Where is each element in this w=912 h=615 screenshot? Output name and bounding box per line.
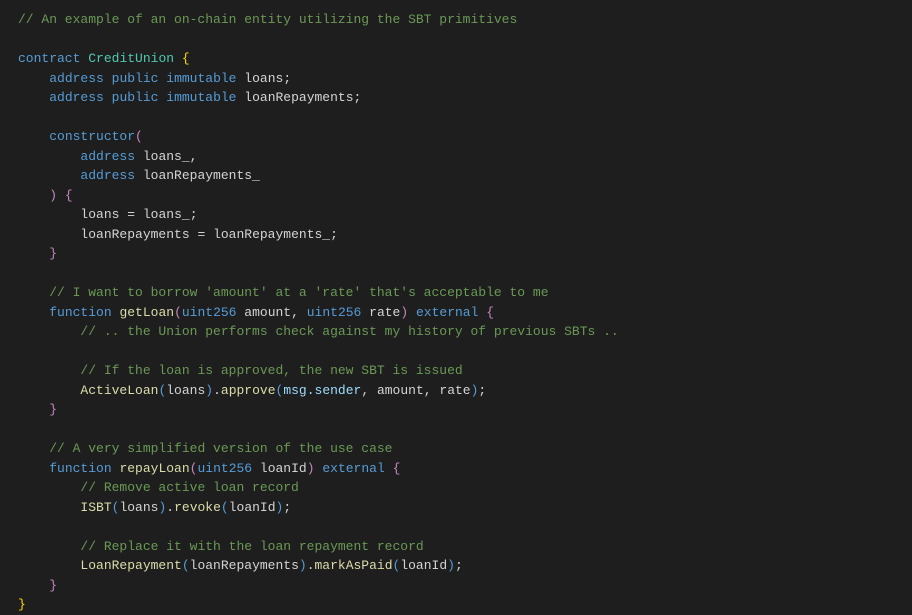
method-revoke: revoke bbox=[174, 500, 221, 515]
ident: amount bbox=[377, 383, 424, 398]
code-line: constructor( bbox=[18, 127, 894, 147]
comment: // Remove active loan record bbox=[80, 480, 298, 495]
code-line bbox=[18, 264, 894, 284]
param: loanRepayments_ bbox=[143, 168, 260, 183]
code-line: ISBT(loans).revoke(loanId); bbox=[18, 498, 894, 518]
param: amount bbox=[244, 305, 291, 320]
comment: // A very simplified version of the use … bbox=[49, 441, 392, 456]
ident: loanRepayments_ bbox=[213, 227, 330, 242]
type: uint256 bbox=[307, 305, 362, 320]
code-line: address public immutable loanRepayments; bbox=[18, 88, 894, 108]
method-approve: approve bbox=[221, 383, 276, 398]
type-loanrepayment: LoanRepayment bbox=[80, 558, 181, 573]
ident: loans bbox=[119, 500, 158, 515]
comment: // If the loan is approved, the new SBT … bbox=[80, 363, 462, 378]
fn-getloan: getLoan bbox=[119, 305, 174, 320]
code-line: function repayLoan(uint256 loanId) exter… bbox=[18, 459, 894, 479]
code-line: } bbox=[18, 244, 894, 264]
method-markaspaid: markAsPaid bbox=[315, 558, 393, 573]
code-line: address loans_, bbox=[18, 147, 894, 167]
comment: // An example of an on-chain entity util… bbox=[18, 12, 517, 27]
paren: ) bbox=[49, 188, 57, 203]
code-line: // .. the Union performs check against m… bbox=[18, 322, 894, 342]
code-line: // I want to borrow 'amount' at a 'rate'… bbox=[18, 283, 894, 303]
code-block: // An example of an on-chain entity util… bbox=[18, 10, 894, 615]
code-line: loanRepayments = loanRepayments_; bbox=[18, 225, 894, 245]
code-line: ActiveLoan(loans).approve(msg.sender, am… bbox=[18, 381, 894, 401]
ident: loanRepayments bbox=[80, 227, 189, 242]
code-line: function getLoan(uint256 amount, uint256… bbox=[18, 303, 894, 323]
type-activeloan: ActiveLoan bbox=[80, 383, 158, 398]
code-line: LoanRepayment(loanRepayments).markAsPaid… bbox=[18, 556, 894, 576]
comment: // Replace it with the loan repayment re… bbox=[80, 539, 423, 554]
code-line: // Replace it with the loan repayment re… bbox=[18, 537, 894, 557]
keyword-immutable: immutable bbox=[166, 71, 236, 86]
ident: loans bbox=[166, 383, 205, 398]
code-line bbox=[18, 30, 894, 50]
type: uint256 bbox=[182, 305, 237, 320]
ident: loans_ bbox=[143, 207, 190, 222]
param: rate bbox=[369, 305, 400, 320]
code-line: // A very simplified version of the use … bbox=[18, 439, 894, 459]
code-line bbox=[18, 517, 894, 537]
brace: } bbox=[49, 246, 57, 261]
keyword-external: external bbox=[416, 305, 478, 320]
code-line bbox=[18, 420, 894, 440]
code-line: } bbox=[18, 400, 894, 420]
param: loanId bbox=[260, 461, 307, 476]
code-line: ) { bbox=[18, 186, 894, 206]
code-line bbox=[18, 342, 894, 362]
ident: loans bbox=[80, 207, 119, 222]
paren: ( bbox=[135, 129, 143, 144]
code-line: address public immutable loans; bbox=[18, 69, 894, 89]
type-isbt: ISBT bbox=[80, 500, 111, 515]
var-loans: loans bbox=[244, 71, 283, 86]
param: loans_ bbox=[143, 149, 190, 164]
code-line: // Remove active loan record bbox=[18, 478, 894, 498]
keyword-external: external bbox=[322, 461, 384, 476]
keyword-public: public bbox=[112, 90, 159, 105]
keyword-function: function bbox=[49, 461, 111, 476]
keyword-address: address bbox=[49, 90, 104, 105]
code-line: } bbox=[18, 595, 894, 615]
keyword-address: address bbox=[49, 71, 104, 86]
type: uint256 bbox=[197, 461, 252, 476]
code-line: address loanRepayments_ bbox=[18, 166, 894, 186]
msg-sender: msg.sender bbox=[283, 383, 361, 398]
code-line: } bbox=[18, 576, 894, 596]
comment: // .. the Union performs check against m… bbox=[80, 324, 618, 339]
code-line: // An example of an on-chain entity util… bbox=[18, 10, 894, 30]
ident: loanRepayments bbox=[190, 558, 299, 573]
brace: { bbox=[182, 51, 190, 66]
keyword-address: address bbox=[80, 168, 135, 183]
keyword-constructor: constructor bbox=[49, 129, 135, 144]
var-loanrepayments: loanRepayments bbox=[244, 90, 353, 105]
keyword-address: address bbox=[80, 149, 135, 164]
brace: { bbox=[65, 188, 73, 203]
fn-repayloan: repayLoan bbox=[119, 461, 189, 476]
keyword-function: function bbox=[49, 305, 111, 320]
keyword-public: public bbox=[112, 71, 159, 86]
code-line: loans = loans_; bbox=[18, 205, 894, 225]
code-line bbox=[18, 108, 894, 128]
keyword-contract: contract bbox=[18, 51, 80, 66]
comment: // I want to borrow 'amount' at a 'rate'… bbox=[49, 285, 548, 300]
ident: loanId bbox=[400, 558, 447, 573]
ident: rate bbox=[439, 383, 470, 398]
code-line: contract CreditUnion { bbox=[18, 49, 894, 69]
contract-name: CreditUnion bbox=[88, 51, 174, 66]
ident: loanId bbox=[229, 500, 276, 515]
code-line: // If the loan is approved, the new SBT … bbox=[18, 361, 894, 381]
keyword-immutable: immutable bbox=[166, 90, 236, 105]
